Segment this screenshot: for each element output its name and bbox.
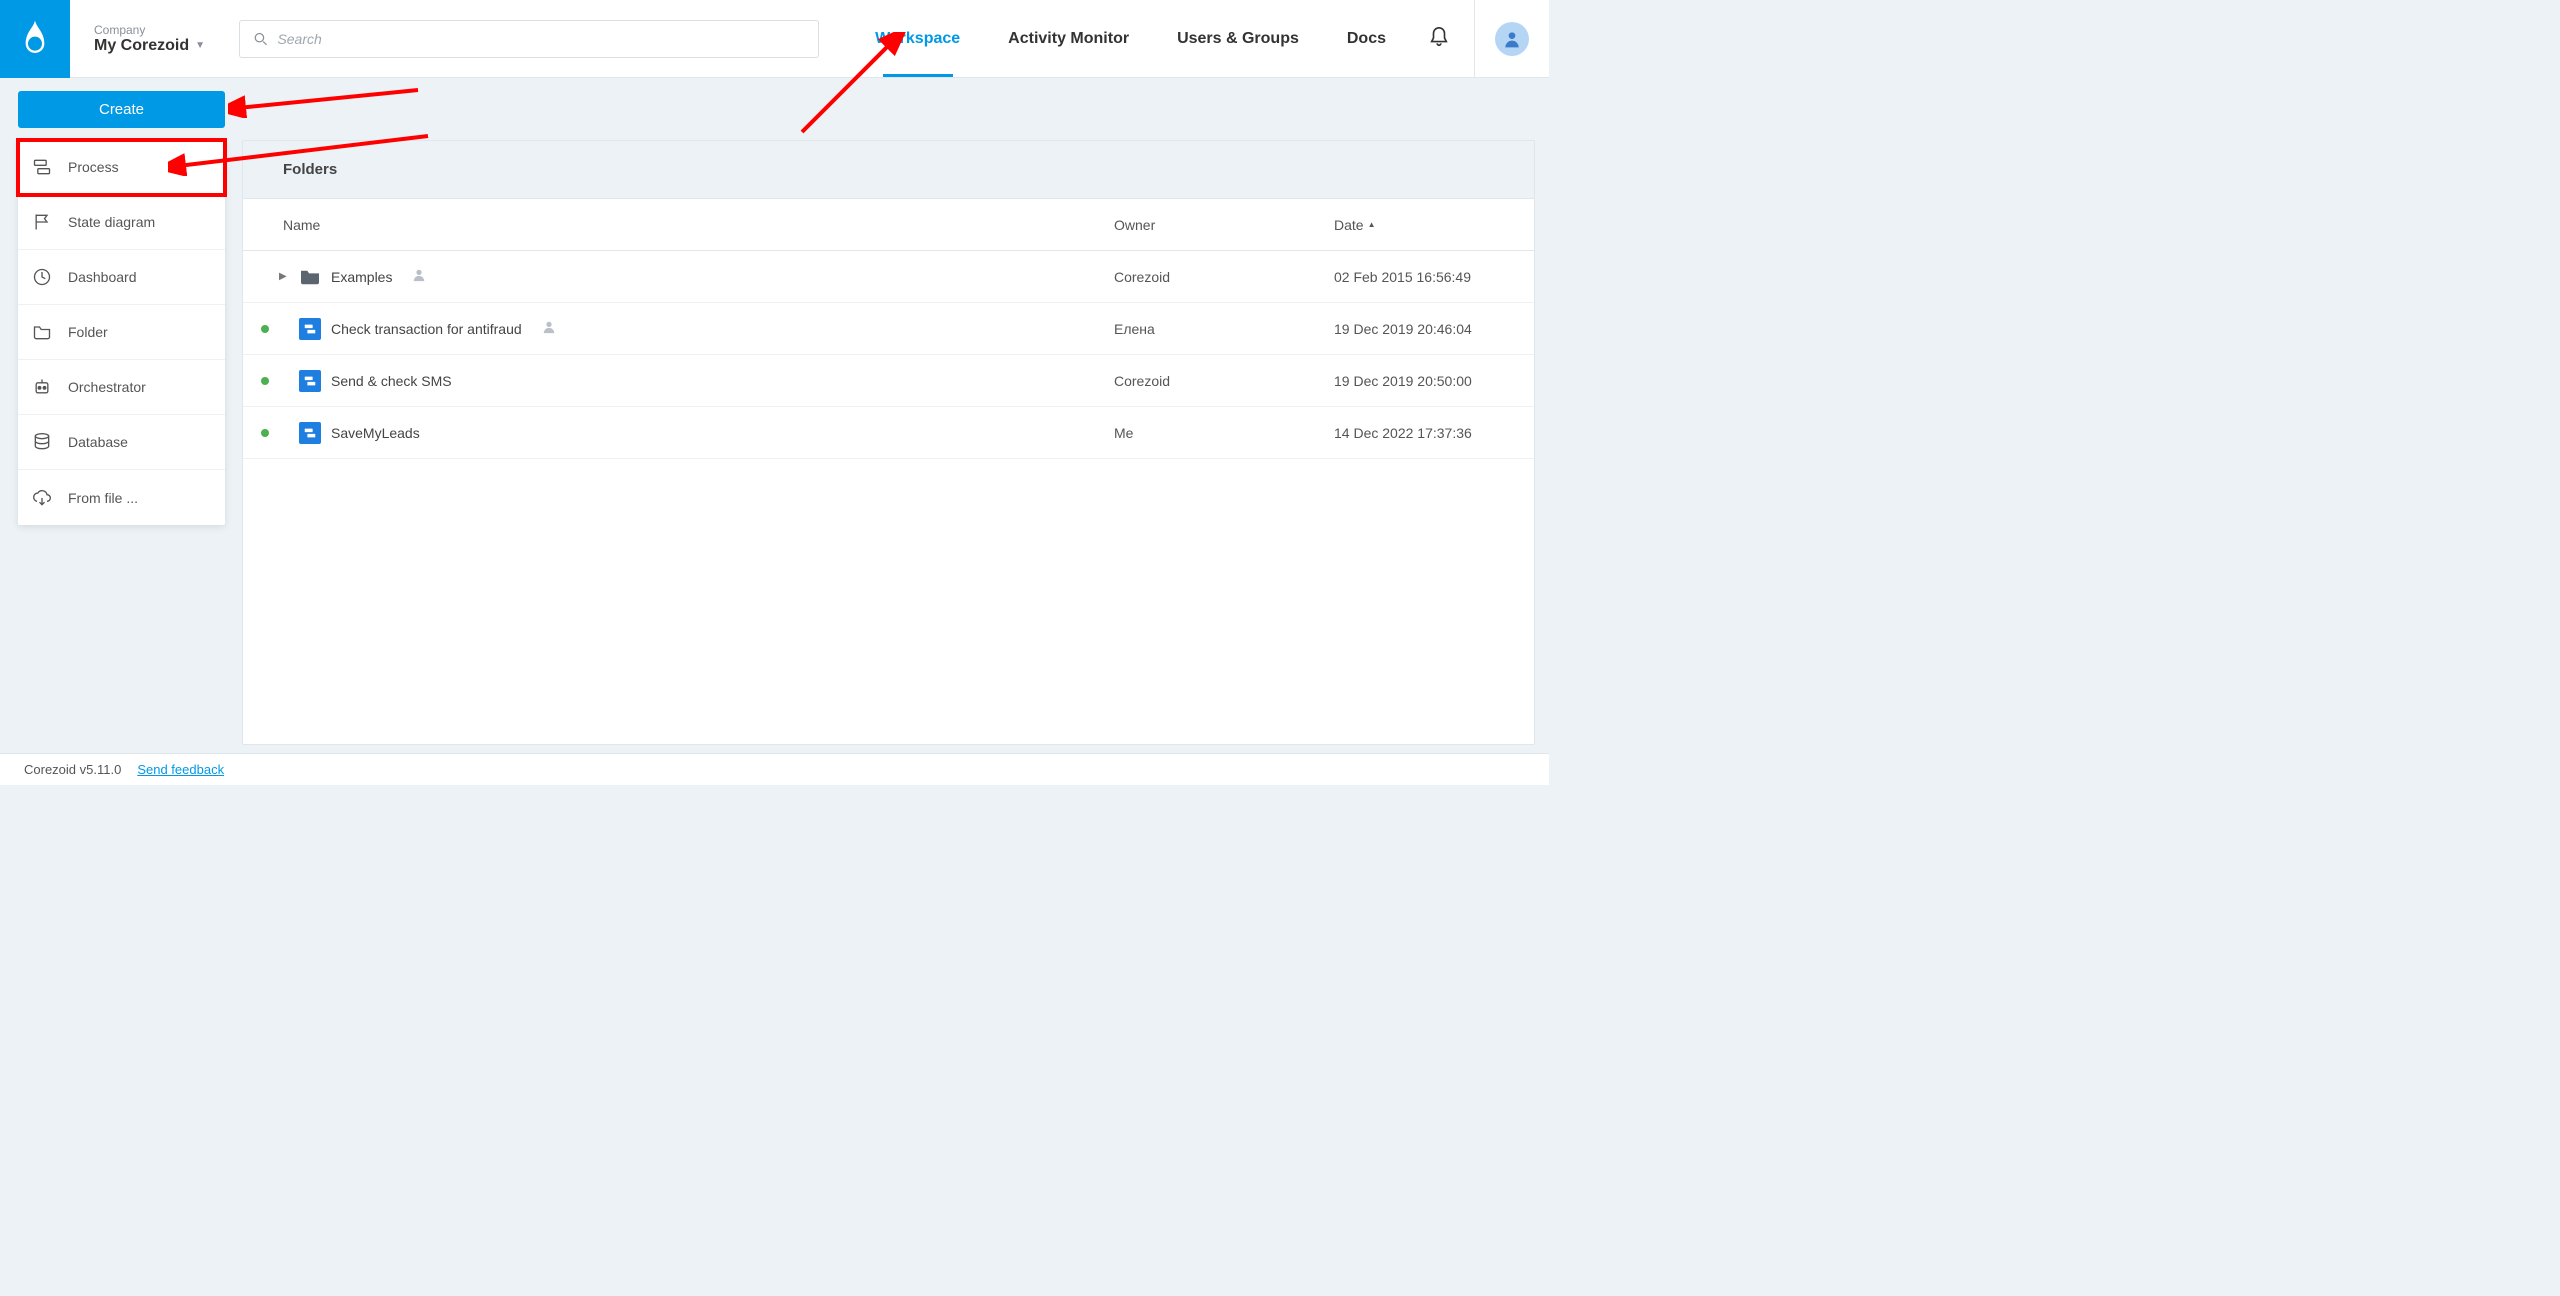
company-label: Company bbox=[94, 23, 205, 37]
cloud-download-icon bbox=[32, 488, 52, 508]
status-dot-spacer bbox=[261, 273, 269, 281]
create-menu-folder[interactable]: Folder bbox=[18, 305, 225, 360]
sort-ascending-icon: ▲ bbox=[1368, 220, 1376, 229]
menu-item-label: From file ... bbox=[68, 490, 138, 506]
folders-header: Folders bbox=[243, 141, 1534, 199]
status-dot-active bbox=[261, 429, 269, 437]
create-menu-dashboard[interactable]: Dashboard bbox=[18, 250, 225, 305]
user-icon bbox=[1502, 29, 1522, 49]
create-menu-state-diagram[interactable]: State diagram bbox=[18, 195, 225, 250]
table-row[interactable]: Check transaction for antifraud Елена19 D… bbox=[243, 303, 1534, 355]
status-dot-active bbox=[261, 325, 269, 333]
row-name-cell: ▶ Examples bbox=[243, 267, 1114, 287]
create-menu-process[interactable]: Process bbox=[18, 140, 225, 195]
row-name: SaveMyLeads bbox=[331, 425, 420, 441]
column-date-label: Date bbox=[1334, 217, 1364, 233]
row-owner: Corezoid bbox=[1114, 269, 1334, 285]
status-dot-active bbox=[261, 377, 269, 385]
process-icon bbox=[299, 422, 321, 444]
row-date: 14 Dec 2022 17:37:36 bbox=[1334, 425, 1534, 441]
caret-down-icon: ▼ bbox=[195, 40, 205, 51]
nav-activity-monitor[interactable]: Activity Monitor bbox=[984, 0, 1153, 77]
column-owner[interactable]: Owner bbox=[1114, 217, 1334, 233]
menu-item-label: Database bbox=[68, 434, 128, 450]
nav-users-groups[interactable]: Users & Groups bbox=[1153, 0, 1323, 77]
create-menu-from-file[interactable]: From file ... bbox=[18, 470, 225, 525]
process-icon bbox=[32, 157, 52, 177]
table-header: Name Owner Date ▲ bbox=[243, 199, 1534, 251]
table-row[interactable]: Send & check SMS Corezoid19 Dec 2019 20:5… bbox=[243, 355, 1534, 407]
search-icon bbox=[254, 32, 267, 46]
robot-icon bbox=[32, 377, 52, 397]
app-logo[interactable] bbox=[0, 0, 70, 78]
search-box[interactable] bbox=[239, 20, 819, 58]
company-name: My Corezoid bbox=[94, 37, 189, 55]
annotation-arrow bbox=[228, 82, 428, 118]
process-icon bbox=[299, 370, 321, 392]
folder-icon bbox=[299, 267, 321, 287]
search-input[interactable] bbox=[277, 31, 804, 47]
table-row[interactable]: ▶ Examples Corezoid02 Feb 2015 16:56:49 bbox=[243, 251, 1534, 303]
process-icon bbox=[299, 318, 321, 340]
menu-item-label: Dashboard bbox=[68, 269, 137, 285]
row-owner: Елена bbox=[1114, 321, 1334, 337]
row-name: Examples bbox=[331, 269, 392, 285]
create-menu-orchestrator[interactable]: Orchestrator bbox=[18, 360, 225, 415]
create-button[interactable]: Create bbox=[18, 91, 225, 128]
clock-icon bbox=[32, 267, 52, 287]
row-date: 02 Feb 2015 16:56:49 bbox=[1334, 269, 1534, 285]
create-menu: Process State diagram Dashboard Folder O… bbox=[18, 140, 225, 525]
divider bbox=[1474, 0, 1475, 78]
notifications-button[interactable] bbox=[1410, 26, 1468, 51]
row-date: 19 Dec 2019 20:46:04 bbox=[1334, 321, 1534, 337]
column-date[interactable]: Date ▲ bbox=[1334, 217, 1534, 233]
company-selector[interactable]: Company My Corezoid ▼ bbox=[70, 23, 229, 55]
row-name: Send & check SMS bbox=[331, 373, 452, 389]
main-panel: Folders Name Owner Date ▲ ▶ Examples Corez… bbox=[242, 140, 1535, 745]
shared-icon bbox=[542, 320, 556, 337]
user-avatar[interactable] bbox=[1495, 22, 1529, 56]
menu-item-label: Process bbox=[68, 159, 119, 175]
expand-icon[interactable]: ▶ bbox=[279, 271, 289, 282]
create-menu-database[interactable]: Database bbox=[18, 415, 225, 470]
row-name-cell: SaveMyLeads bbox=[243, 422, 1114, 444]
nav-docs[interactable]: Docs bbox=[1323, 0, 1410, 77]
send-feedback-link[interactable]: Send feedback bbox=[137, 762, 224, 777]
row-name: Check transaction for antifraud bbox=[331, 321, 522, 337]
table-row[interactable]: SaveMyLeads Me14 Dec 2022 17:37:36 bbox=[243, 407, 1534, 459]
top-bar: Company My Corezoid ▼ Workspace Activity… bbox=[0, 0, 1549, 78]
folder-icon bbox=[32, 322, 52, 342]
version-label: Corezoid v5.11.0 bbox=[24, 762, 121, 777]
row-owner: Me bbox=[1114, 425, 1334, 441]
footer: Corezoid v5.11.0 Send feedback bbox=[0, 753, 1549, 785]
nav-workspace[interactable]: Workspace bbox=[851, 0, 984, 77]
row-name-cell: Check transaction for antifraud bbox=[243, 318, 1114, 340]
flag-icon bbox=[32, 212, 52, 232]
row-date: 19 Dec 2019 20:50:00 bbox=[1334, 373, 1534, 389]
row-owner: Corezoid bbox=[1114, 373, 1334, 389]
shared-icon bbox=[412, 268, 426, 285]
column-name[interactable]: Name bbox=[243, 217, 1114, 233]
database-icon bbox=[32, 432, 52, 452]
top-nav: Workspace Activity Monitor Users & Group… bbox=[851, 0, 1549, 77]
menu-item-label: Orchestrator bbox=[68, 379, 146, 395]
menu-item-label: State diagram bbox=[68, 214, 155, 230]
bell-icon bbox=[1428, 26, 1450, 48]
menu-item-label: Folder bbox=[68, 324, 108, 340]
row-name-cell: Send & check SMS bbox=[243, 370, 1114, 392]
